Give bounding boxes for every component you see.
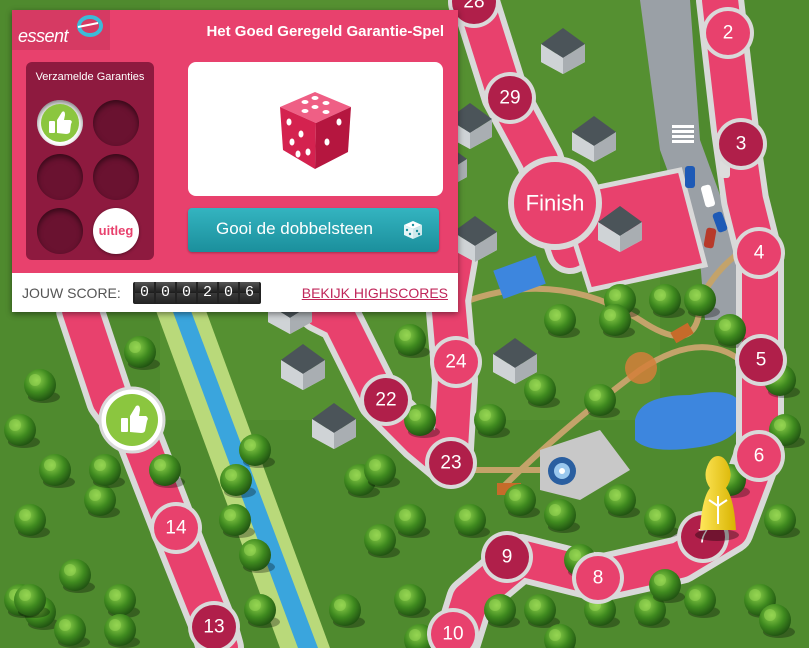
dice-display: [188, 62, 443, 196]
track-tile: 2: [702, 7, 754, 59]
tile-number: 5: [756, 350, 767, 371]
garantie-slot-filled: [37, 100, 83, 146]
tile-number: 2: [723, 23, 734, 44]
help-button[interactable]: uitleg: [93, 208, 139, 254]
tile-number: 9: [502, 547, 513, 568]
thumbs-up-icon: [41, 104, 79, 142]
tile-number: 3: [736, 134, 747, 155]
track-tile: 24: [430, 336, 482, 388]
track-tile: 3: [715, 118, 767, 170]
score-bar: JOUW SCORE: 0 0 0 2 0 6 BEKIJK HIGHSCORE…: [12, 273, 458, 312]
logo-swirl-icon: [77, 15, 103, 37]
score-digit: 0: [177, 282, 196, 304]
score-digit: 0: [135, 282, 154, 304]
garantie-slot: [37, 154, 83, 200]
tile-number: 10: [442, 624, 463, 645]
tile-number: 23: [440, 453, 461, 474]
roll-dice-button[interactable]: Gooi de dobbelsteen: [188, 208, 439, 252]
garantie-slot: [93, 100, 139, 146]
tile-number: 29: [499, 88, 520, 109]
dice-icon: [404, 221, 422, 239]
score-digit: 0: [156, 282, 175, 304]
track-tile: 5: [735, 334, 787, 386]
score-label: JOUW SCORE:: [22, 285, 121, 301]
garantie-badge[interactable]: [98, 386, 166, 454]
track-tile: 8: [572, 552, 624, 604]
fountain-icon: [548, 457, 576, 485]
dice-icon: [280, 92, 351, 169]
tile-number: 6: [754, 446, 765, 467]
essent-logo[interactable]: essent: [12, 10, 110, 50]
tile-number: 4: [754, 243, 765, 264]
view-highscores-link[interactable]: BEKIJK HIGHSCORES: [302, 285, 448, 301]
finish-label: Finish: [526, 191, 585, 216]
score-digit: 6: [240, 282, 259, 304]
collected-garanties: Verzamelde Garanties uitleg: [26, 62, 154, 260]
track-tile: 4: [733, 227, 785, 279]
track-tile: 23: [425, 437, 477, 489]
score-digit: 2: [198, 282, 217, 304]
track-tile: 22: [360, 374, 412, 426]
track-tile: 29: [484, 72, 536, 124]
logo-text: essent: [18, 26, 69, 46]
tile-number: 14: [165, 518, 187, 539]
track-tile: 9: [481, 531, 533, 583]
score-digit: 0: [219, 282, 238, 304]
tile-number: 24: [445, 352, 467, 373]
game-panel: essent Het Goed Geregeld Garantie-Spel V…: [12, 10, 458, 312]
collected-title: Verzamelde Garanties: [35, 71, 145, 83]
game-title: Het Goed Geregeld Garantie-Spel: [206, 23, 444, 40]
garantie-slot: [37, 208, 83, 254]
tile-number: 22: [375, 390, 396, 411]
track-tile: 14: [150, 502, 202, 554]
roll-button-label: Gooi de dobbelsteen: [216, 219, 373, 238]
tile-number: 8: [593, 568, 604, 589]
tree-autumn: [625, 352, 657, 384]
track-tile: 6: [733, 430, 785, 482]
score-counter: 0 0 0 2 0 6: [133, 282, 261, 304]
tile-number: 28: [463, 0, 484, 13]
garantie-slot: [93, 154, 139, 200]
tile-number: 13: [203, 617, 224, 638]
